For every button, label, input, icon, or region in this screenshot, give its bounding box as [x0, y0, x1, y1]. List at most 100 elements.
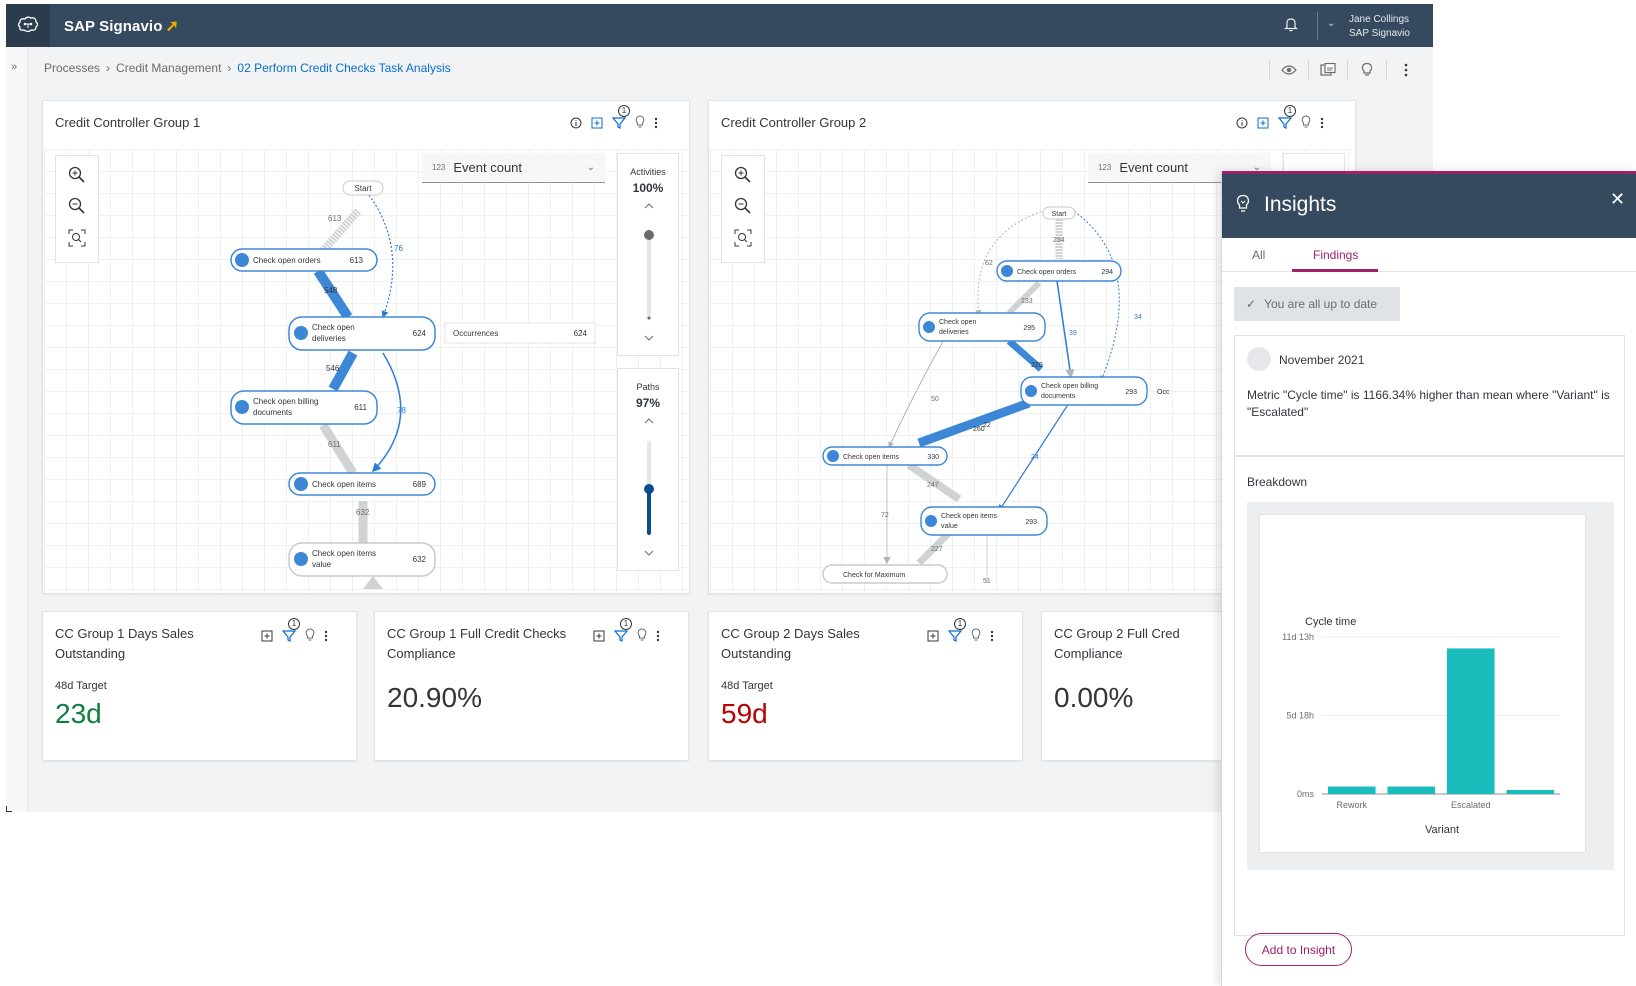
node-start[interactable]: Start: [1052, 211, 1067, 218]
add-to-dashboard-icon[interactable]: [1257, 116, 1269, 134]
node-check-open-orders[interactable]: Check open orders 294: [996, 260, 1122, 282]
node-label-line2: documents: [253, 408, 292, 417]
kpi-title-line2: Outstanding: [721, 646, 792, 661]
lightbulb-icon[interactable]: [971, 628, 981, 647]
add-to-dashboard-icon[interactable]: [591, 116, 603, 134]
more-options-icon[interactable]: [324, 629, 328, 647]
filter-icon[interactable]: 1: [281, 618, 300, 647]
filter-count-badge: 1: [1284, 105, 1296, 117]
view-icon[interactable]: [1270, 64, 1308, 76]
edge-label: 247: [927, 482, 939, 489]
filter-icon[interactable]: 1: [611, 105, 630, 134]
kpi-title-line1: CC Group 2 Days Sales: [721, 626, 860, 641]
paths-slider-track[interactable]: [618, 417, 680, 567]
occurrences-value: 624: [574, 329, 588, 338]
fit-to-screen-icon[interactable]: [68, 229, 86, 252]
filter-icon[interactable]: 1: [613, 618, 632, 647]
node-check-open-deliveries[interactable]: Check open deliveries 624: [288, 316, 436, 351]
edge-label: 613: [328, 214, 342, 223]
edge-label: 51: [983, 578, 991, 585]
filter-icon[interactable]: 1: [947, 618, 966, 647]
node-check-open-deliveries[interactable]: Check open deliveries 295: [918, 312, 1046, 342]
insights-header: Insights ✕: [1222, 171, 1636, 238]
node-start[interactable]: Start: [355, 184, 373, 193]
lightbulb-icon: [1236, 194, 1250, 219]
more-options-icon[interactable]: [654, 116, 658, 134]
close-icon[interactable]: ✕: [1610, 189, 1625, 210]
info-icon[interactable]: [570, 116, 582, 134]
user-menu[interactable]: Jane Collings SAP Signavio: [1349, 13, 1410, 41]
node-label-line1: Check open: [939, 319, 976, 326]
expand-nav-icon[interactable]: »: [11, 61, 17, 73]
activities-slider-track[interactable]: [618, 202, 680, 352]
bar-unlabeled[interactable]: [1387, 786, 1436, 794]
breadcrumb-separator-icon: ›: [106, 61, 111, 75]
node-check-open-items[interactable]: Check open items 330: [822, 446, 948, 466]
occurrences-label: Occurrences: [453, 329, 498, 338]
more-options-icon[interactable]: [990, 629, 994, 647]
breadcrumb-current[interactable]: 02 Perform Credit Checks Task Analysis: [237, 61, 450, 75]
zoom-out-icon[interactable]: [68, 197, 86, 220]
breadcrumb-processes[interactable]: Processes: [44, 61, 100, 75]
cycle-time-bar-chart[interactable]: Cycle time Variant 11d 13h 5d 18h 0ms Rewo…: [1260, 515, 1585, 852]
filter-count-badge: 1: [288, 618, 300, 630]
node-label-line2: deliveries: [312, 334, 346, 343]
lightbulb-icon[interactable]: [637, 628, 647, 647]
lightbulb-icon[interactable]: [1301, 115, 1311, 134]
more-options-icon[interactable]: [656, 629, 660, 647]
lightbulb-icon[interactable]: [635, 115, 645, 134]
lightbulb-icon[interactable]: [305, 628, 315, 647]
finding-text: Metric "Cycle time" is 1166.34% higher t…: [1247, 388, 1610, 419]
app-launcher-icon[interactable]: [6, 4, 50, 47]
node-count: 294: [1101, 269, 1113, 276]
kpi-card[interactable]: CC Group 2 Days Sales Outstanding 1 48d T…: [708, 611, 1023, 761]
process-graph-group2[interactable]: 294 62 233 39 34 220 50 260 22 24 247 72…: [809, 163, 1279, 593]
edge-label: 22: [983, 422, 991, 429]
app-window: SAP Signavio ➚ ⌄ Jane Collings SAP Signav…: [6, 4, 1433, 812]
bar-unlabeled[interactable]: [1506, 789, 1555, 794]
node-count: 293: [1125, 389, 1137, 396]
node-label-line1: Check open items: [941, 513, 998, 520]
edge-label: 24: [1031, 454, 1039, 461]
bar-rework[interactable]: [1327, 786, 1376, 794]
node-count: 689: [413, 480, 427, 489]
add-to-dashboard-icon[interactable]: [261, 629, 273, 647]
more-options-icon[interactable]: [1320, 116, 1324, 134]
filter-icon[interactable]: 1: [1277, 105, 1296, 134]
node-check-open-items-value[interactable]: Check open items value 293: [920, 506, 1048, 536]
node-check-open-billing-documents[interactable]: Check open billing documents 611: [230, 390, 378, 425]
dashboard-settings-icon[interactable]: [1309, 63, 1347, 77]
node-check-open-billing-documents[interactable]: Check open billing documents 293: [1020, 376, 1148, 406]
kpi-card[interactable]: CC Group 1 Days Sales Outstanding 1 48d T…: [42, 611, 357, 761]
breadcrumb-credit-management[interactable]: Credit Management: [116, 61, 221, 75]
active-tab-indicator: [1292, 269, 1378, 272]
bell-icon[interactable]: [1284, 16, 1298, 37]
finding-card[interactable]: November 2021 Metric "Cycle time" is 116…: [1234, 335, 1625, 456]
more-options-icon[interactable]: [1387, 63, 1425, 77]
insights-panel: Insights ✕ All Findings ✓ You are all up…: [1221, 171, 1636, 986]
activities-slider[interactable]: Activities 100%: [617, 153, 679, 356]
tab-all[interactable]: All: [1252, 248, 1265, 262]
fit-to-screen-icon[interactable]: [734, 229, 752, 252]
lightbulb-icon[interactable]: [1348, 62, 1386, 78]
info-icon[interactable]: [1236, 116, 1248, 134]
process-graph-group1[interactable]: 613 76 548 546 78 611 632 Start Check op…: [193, 149, 613, 593]
add-to-insight-button[interactable]: Add to Insight: [1245, 933, 1352, 966]
zoom-in-icon[interactable]: [734, 166, 752, 189]
zoom-out-icon[interactable]: [734, 197, 752, 220]
edge-label: 611: [328, 440, 341, 449]
node-check-open-items[interactable]: Check open items 689: [288, 472, 436, 496]
paths-slider[interactable]: Paths 97%: [617, 368, 679, 571]
node-count: 330: [927, 454, 939, 461]
brand-logo[interactable]: SAP Signavio ➚: [64, 16, 179, 36]
node-check-open-orders[interactable]: Check open orders 613: [230, 248, 378, 272]
node-check-open-items-value[interactable]: Check open items value 632: [288, 542, 436, 577]
chevron-down-icon[interactable]: ⌄: [1327, 18, 1335, 29]
kpi-card[interactable]: CC Group 1 Full Credit Checks Compliance …: [374, 611, 689, 761]
tab-findings[interactable]: Findings: [1313, 248, 1358, 262]
add-to-dashboard-icon[interactable]: [593, 629, 605, 647]
bar-escalated[interactable]: [1446, 648, 1495, 794]
zoom-in-icon[interactable]: [68, 166, 86, 189]
add-to-dashboard-icon[interactable]: [927, 629, 939, 647]
node-check-for-maximum[interactable]: Check for Maximum: [822, 564, 948, 584]
